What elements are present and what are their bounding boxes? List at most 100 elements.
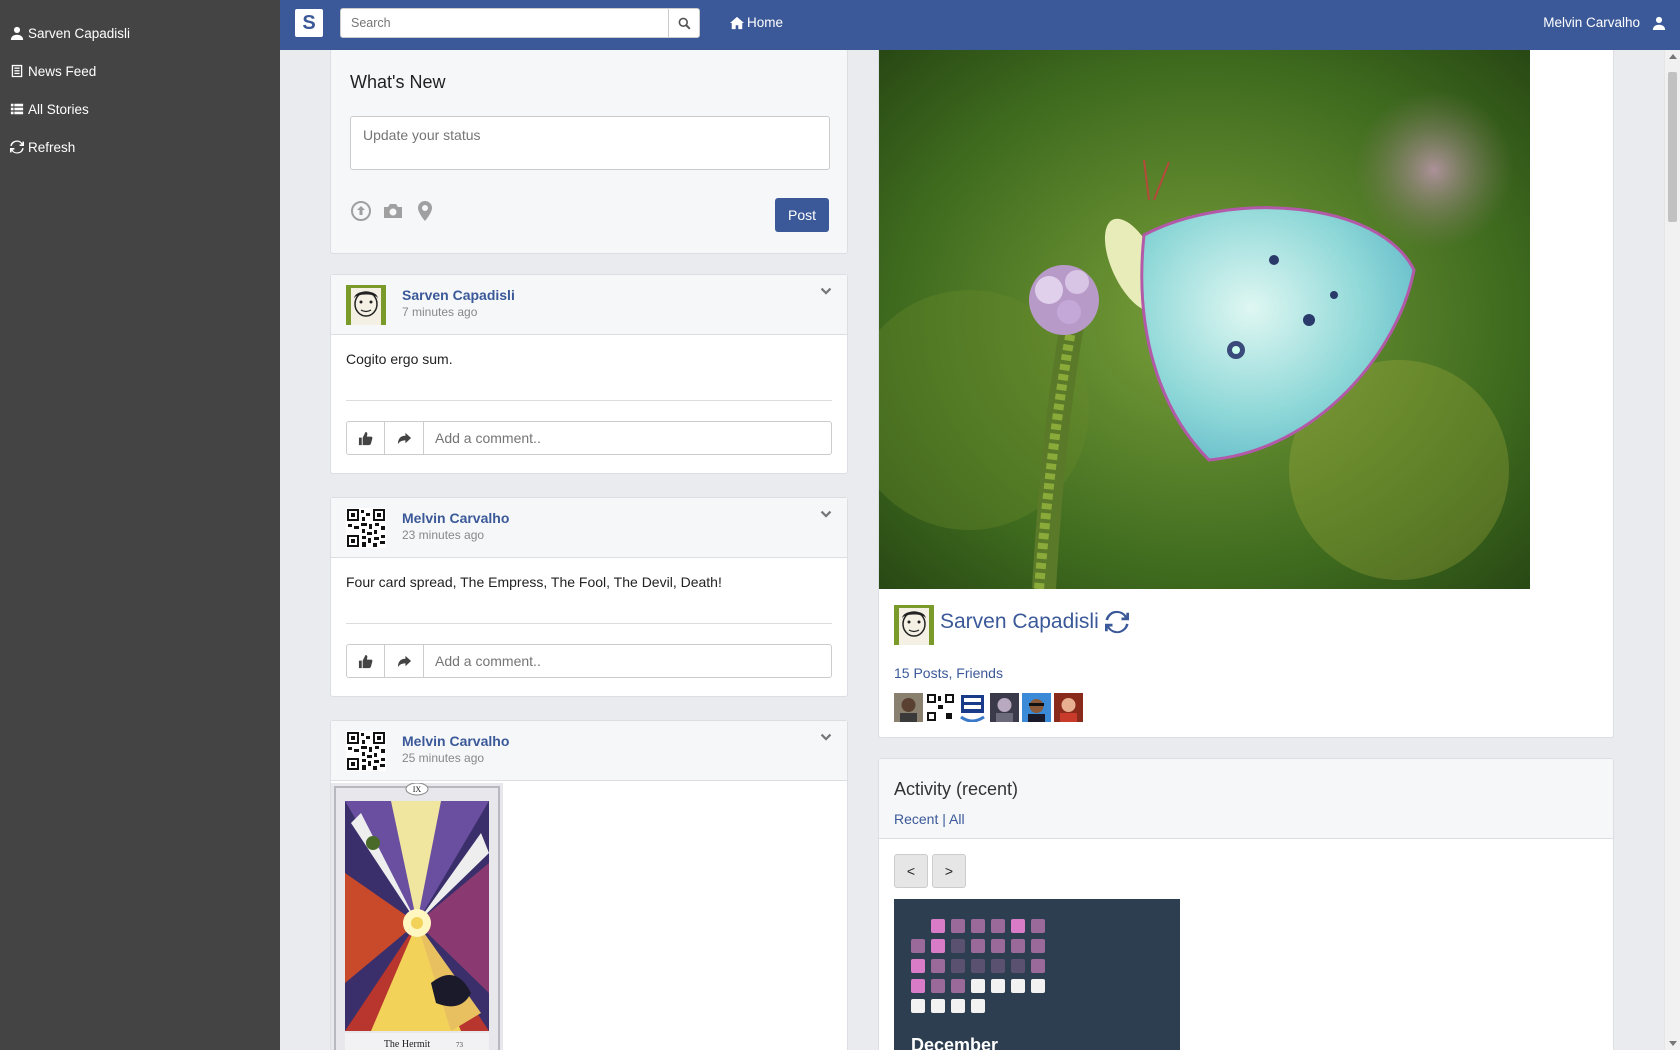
calendar-day-cell[interactable] [931, 979, 945, 993]
calendar-day-cell[interactable] [1031, 959, 1045, 973]
calendar-day-cell[interactable] [971, 919, 985, 933]
calendar-day-cell[interactable] [911, 939, 925, 953]
sidebar-item-news-feed[interactable]: News Feed [0, 52, 280, 90]
avatar[interactable] [346, 285, 386, 325]
calendar-day-cell[interactable] [971, 999, 985, 1013]
post-header: Melvin Carvalho 23 minutes ago [331, 498, 847, 558]
chevron-down-icon[interactable] [819, 285, 833, 299]
calendar-day-cell[interactable] [971, 979, 985, 993]
activity-title: Activity (recent) [894, 779, 1019, 799]
calendar-day-cell[interactable] [1031, 939, 1045, 953]
sidebar-item-profile[interactable]: Sarven Capadisli [0, 14, 280, 52]
thumbs-up-icon [358, 654, 373, 668]
post-author[interactable]: Melvin Carvalho [402, 510, 509, 526]
post-author[interactable]: Melvin Carvalho [402, 733, 509, 749]
scroll-thumb[interactable] [1668, 72, 1677, 222]
calendar-day-cell[interactable] [991, 919, 1005, 933]
chevron-down-icon[interactable] [819, 508, 833, 522]
post-author[interactable]: Sarven Capadisli [402, 287, 515, 303]
profile-card: Sarven Capadisli 15 Posts, Friends [878, 50, 1614, 738]
comment-input[interactable] [424, 421, 832, 455]
calendar-day-cell[interactable] [931, 919, 945, 933]
posts-count-link[interactable]: 15 Posts [894, 665, 948, 681]
page-scrollbar[interactable] [1664, 50, 1680, 1050]
qr-code-avatar[interactable] [346, 508, 386, 548]
calendar-day-cell[interactable] [951, 979, 965, 993]
activity-tabs: Recent | All [894, 811, 965, 827]
calendar-day-cell[interactable] [931, 939, 945, 953]
card-caption: The Hermit [384, 1039, 431, 1050]
calendar-day-cell[interactable] [971, 959, 985, 973]
tab-separator: | [942, 811, 946, 827]
search-icon [678, 17, 690, 29]
scroll-down-arrow[interactable] [1669, 1041, 1677, 1046]
calendar-day-cell[interactable] [911, 959, 925, 973]
post-timestamp: 7 minutes ago [402, 305, 478, 319]
calendar-day-cell[interactable] [971, 939, 985, 953]
user-name: Melvin Carvalho [1543, 15, 1640, 30]
calendar-day-cell[interactable] [911, 979, 925, 993]
friends-link[interactable]: Friends [956, 665, 1003, 681]
calendar-day-cell[interactable] [991, 959, 1005, 973]
cover-photo[interactable] [879, 50, 1530, 589]
friend-avatar[interactable] [958, 693, 987, 722]
friend-avatar[interactable] [1022, 693, 1051, 722]
scroll-up-arrow[interactable] [1669, 54, 1677, 59]
upload-icon[interactable] [350, 200, 372, 222]
qr-code-avatar[interactable] [346, 731, 386, 771]
search-form [340, 8, 700, 38]
friend-avatar[interactable] [1054, 693, 1083, 722]
post-text: Four card spread, The Empress, The Fool,… [346, 574, 722, 590]
sidebar-item-label: Refresh [28, 139, 76, 155]
user-menu[interactable]: Melvin Carvalho [1543, 15, 1666, 30]
post-button[interactable]: Post [775, 198, 829, 232]
friend-avatar[interactable] [926, 693, 955, 722]
calendar-day-cell[interactable] [1011, 979, 1025, 993]
profile-name-link[interactable]: Sarven Capadisli [940, 610, 1099, 634]
like-button[interactable] [346, 421, 385, 455]
calendar-day-cell[interactable] [951, 999, 965, 1013]
chevron-down-icon[interactable] [819, 731, 833, 745]
home-label: Home [747, 15, 784, 30]
next-button[interactable]: > [932, 854, 966, 888]
activity-calendar: December [894, 899, 1180, 1050]
search-button[interactable] [668, 8, 700, 38]
share-button[interactable] [385, 644, 424, 678]
camera-icon[interactable] [382, 200, 404, 222]
profile-name: Sarven Capadisli [940, 610, 1129, 634]
calendar-day-cell[interactable] [951, 919, 965, 933]
home-link[interactable]: Home [730, 15, 783, 30]
calendar-day-cell[interactable] [911, 999, 925, 1013]
calendar-day-cell[interactable] [931, 959, 945, 973]
calendar-day-cell[interactable] [1011, 959, 1025, 973]
search-input[interactable] [340, 8, 668, 38]
calendar-day-cell[interactable] [991, 979, 1005, 993]
friend-avatar[interactable] [990, 693, 1019, 722]
calendar-day-cell[interactable] [991, 939, 1005, 953]
sidebar-item-label: Sarven Capadisli [28, 25, 131, 41]
tab-all[interactable]: All [949, 811, 965, 827]
calendar-day-cell[interactable] [951, 939, 965, 953]
tab-recent[interactable]: Recent [894, 811, 938, 827]
calendar-day-cell[interactable] [1031, 919, 1045, 933]
status-input[interactable] [350, 116, 830, 170]
share-button[interactable] [385, 421, 424, 455]
link-separator: , [948, 665, 953, 681]
thumbs-up-icon [358, 431, 373, 445]
prev-button[interactable]: < [894, 854, 928, 888]
comment-input[interactable] [424, 644, 832, 678]
sidebar-item-all-stories[interactable]: All Stories [0, 90, 280, 128]
calendar-day-cell[interactable] [1011, 919, 1025, 933]
calendar-day-cell[interactable] [931, 999, 945, 1013]
calendar-day-cell[interactable] [1031, 979, 1045, 993]
calendar-day-cell[interactable] [951, 959, 965, 973]
brand-logo[interactable]: S [295, 9, 323, 37]
profile-avatar[interactable] [894, 605, 934, 645]
sidebar-item-refresh[interactable]: Refresh [0, 128, 280, 166]
tarot-card-image[interactable]: IX The Hermit 73 [331, 783, 503, 1050]
like-button[interactable] [346, 644, 385, 678]
calendar-day-cell[interactable] [1011, 939, 1025, 953]
refresh-icon[interactable] [1104, 610, 1129, 634]
map-marker-icon[interactable] [414, 200, 436, 222]
friend-avatar[interactable] [894, 693, 923, 722]
